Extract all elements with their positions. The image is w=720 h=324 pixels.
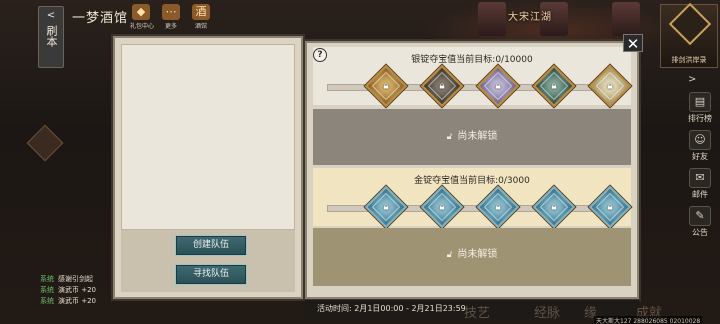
gold-milestone-reward[interactable]: 🔒︎: [532, 185, 576, 229]
ornament-icon: [26, 124, 64, 162]
top-icon-label: 酒馆: [194, 23, 207, 30]
help-button[interactable]: ?: [313, 48, 327, 62]
chat-log[interactable]: 系统 感谢引剑起 系统 演武币 +20 系统 演武币 +20: [40, 274, 120, 307]
lock-icon: 🔓︎: [446, 132, 453, 142]
silver-treasure-title: 银锭夺宝值当前目标:0/10000: [411, 55, 533, 65]
lock-icon: 🔒︎: [495, 80, 501, 92]
corner-badge-label: 排剑洪岸录: [671, 56, 707, 64]
find-team-button[interactable]: 寻找队伍: [175, 264, 247, 285]
announcement-icon: ✎: [689, 206, 711, 226]
rail-label: 排行榜: [688, 114, 712, 123]
page-title: 一梦酒馆: [72, 11, 129, 26]
rail-item-leaderboard[interactable]: ▤ 排行榜: [680, 92, 720, 124]
top-icon-label: 更多: [164, 23, 177, 30]
gold-locked-text: 尚未解锁: [457, 249, 498, 260]
lock-icon: 🔒︎: [551, 80, 557, 92]
back-arrow-icon: <: [46, 10, 56, 21]
event-diamond-icon: [668, 2, 712, 46]
rail-item-friends[interactable]: ☺ 好友: [680, 130, 720, 162]
gold-milestone-reward[interactable]: 🔒︎: [420, 185, 464, 229]
lock-icon: 🔓︎: [446, 250, 453, 260]
silver-milestone-reward[interactable]: 🔒︎: [420, 64, 464, 108]
gold-reward-locked: 🔓︎ 尚未解锁: [313, 228, 631, 286]
top-icon-row: ◆ 礼包中心 ⋯ 更多 酒 酒馆: [130, 4, 212, 30]
friends-icon: ☺: [689, 130, 711, 150]
rail-item-announcement[interactable]: ✎ 公告: [680, 206, 720, 238]
chat-tag: 系统: [40, 297, 54, 305]
top-icon-label: 礼包中心: [130, 23, 155, 30]
lock-icon: 🔒︎: [439, 201, 445, 213]
silver-reward-locked: 🔓︎ 尚未解锁: [313, 109, 631, 165]
chat-message: 演武币 +20: [58, 297, 96, 305]
rail-label: 邮件: [692, 190, 708, 199]
top-icon-gift[interactable]: ◆ 礼包中心: [130, 4, 155, 30]
gift-icon: ◆: [132, 4, 150, 20]
gold-treasure-section: 金锭夺宝值当前目标:0/3000 🔒︎ 🔒︎ 🔒︎ 🔒︎ 🔒︎: [313, 168, 632, 229]
silver-milestone-reward[interactable]: 🔒︎: [588, 64, 632, 108]
team-list[interactable]: [121, 44, 295, 230]
lock-icon: 🔒︎: [551, 201, 557, 213]
top-icon-more[interactable]: ⋯ 更多: [160, 4, 182, 30]
chat-tag: 系统: [40, 286, 54, 294]
lock-icon: 🔒︎: [495, 201, 501, 213]
chat-message: 感谢引剑起: [58, 275, 93, 283]
gold-milestone-reward[interactable]: 🔒︎: [588, 185, 632, 229]
status-bar-text: 天大斯大127 288026085 02010028: [594, 316, 703, 324]
close-button[interactable]: ✕: [623, 34, 643, 53]
gold-milestone-reward[interactable]: 🔒︎: [364, 185, 408, 229]
character-portrait[interactable]: [478, 2, 506, 36]
top-icon-tavern[interactable]: 酒 酒馆: [190, 4, 212, 30]
chat-message: 演武币 +20: [58, 286, 96, 294]
lock-icon: 🔒︎: [607, 80, 613, 92]
back-label: 刷本: [45, 25, 58, 47]
team-actions: 创建队伍 寻找队伍: [121, 230, 295, 292]
gold-treasure-title: 金锭夺宝值当前目标:0/3000: [414, 176, 530, 186]
chat-row: 系统 感谢引剑起: [40, 274, 120, 285]
rail-label: 好友: [692, 152, 708, 161]
lock-icon: 🔒︎: [383, 80, 389, 92]
more-icon: ⋯: [162, 4, 180, 20]
back-button[interactable]: < 刷本: [38, 6, 64, 68]
lock-icon: 🔒︎: [607, 201, 613, 213]
silver-treasure-section: 银锭夺宝值当前目标:0/10000 🔒︎ 🔒︎ 🔒︎ 🔒︎ 🔒︎: [313, 47, 632, 108]
silver-milestone-reward[interactable]: 🔒︎: [532, 64, 576, 108]
gold-milestone-reward[interactable]: 🔒︎: [476, 185, 520, 229]
rail-item-mail[interactable]: ✉ 邮件: [680, 168, 720, 200]
chevron-right-icon[interactable]: >: [688, 74, 696, 85]
silver-milestone-reward[interactable]: 🔒︎: [476, 64, 520, 108]
tavern-icon: 酒: [192, 4, 210, 20]
chat-row: 系统 演武币 +20: [40, 296, 120, 307]
leaderboard-icon: ▤: [689, 92, 711, 112]
lock-icon: 🔒︎: [439, 80, 445, 92]
character-portrait[interactable]: [612, 2, 640, 36]
create-team-button[interactable]: 创建队伍: [175, 235, 247, 256]
right-rail: ▤ 排行榜 ☺ 好友 ✉ 邮件 ✎ 公告: [680, 92, 720, 244]
team-panel: 创建队伍 寻找队伍: [113, 36, 303, 299]
chat-tag: 系统: [40, 275, 54, 283]
silver-milestone-reward[interactable]: 🔒︎: [364, 64, 408, 108]
scene-title: 大宋江湖: [508, 12, 552, 23]
chat-row: 系统 演武币 +20: [40, 285, 120, 296]
left-side-ornament[interactable]: [26, 120, 64, 180]
mail-icon: ✉: [689, 168, 711, 188]
silver-locked-text: 尚未解锁: [457, 131, 498, 142]
lock-icon: 🔒︎: [383, 201, 389, 213]
rail-label: 公告: [692, 228, 708, 237]
corner-event-badge[interactable]: 排剑洪岸录: [660, 2, 718, 68]
